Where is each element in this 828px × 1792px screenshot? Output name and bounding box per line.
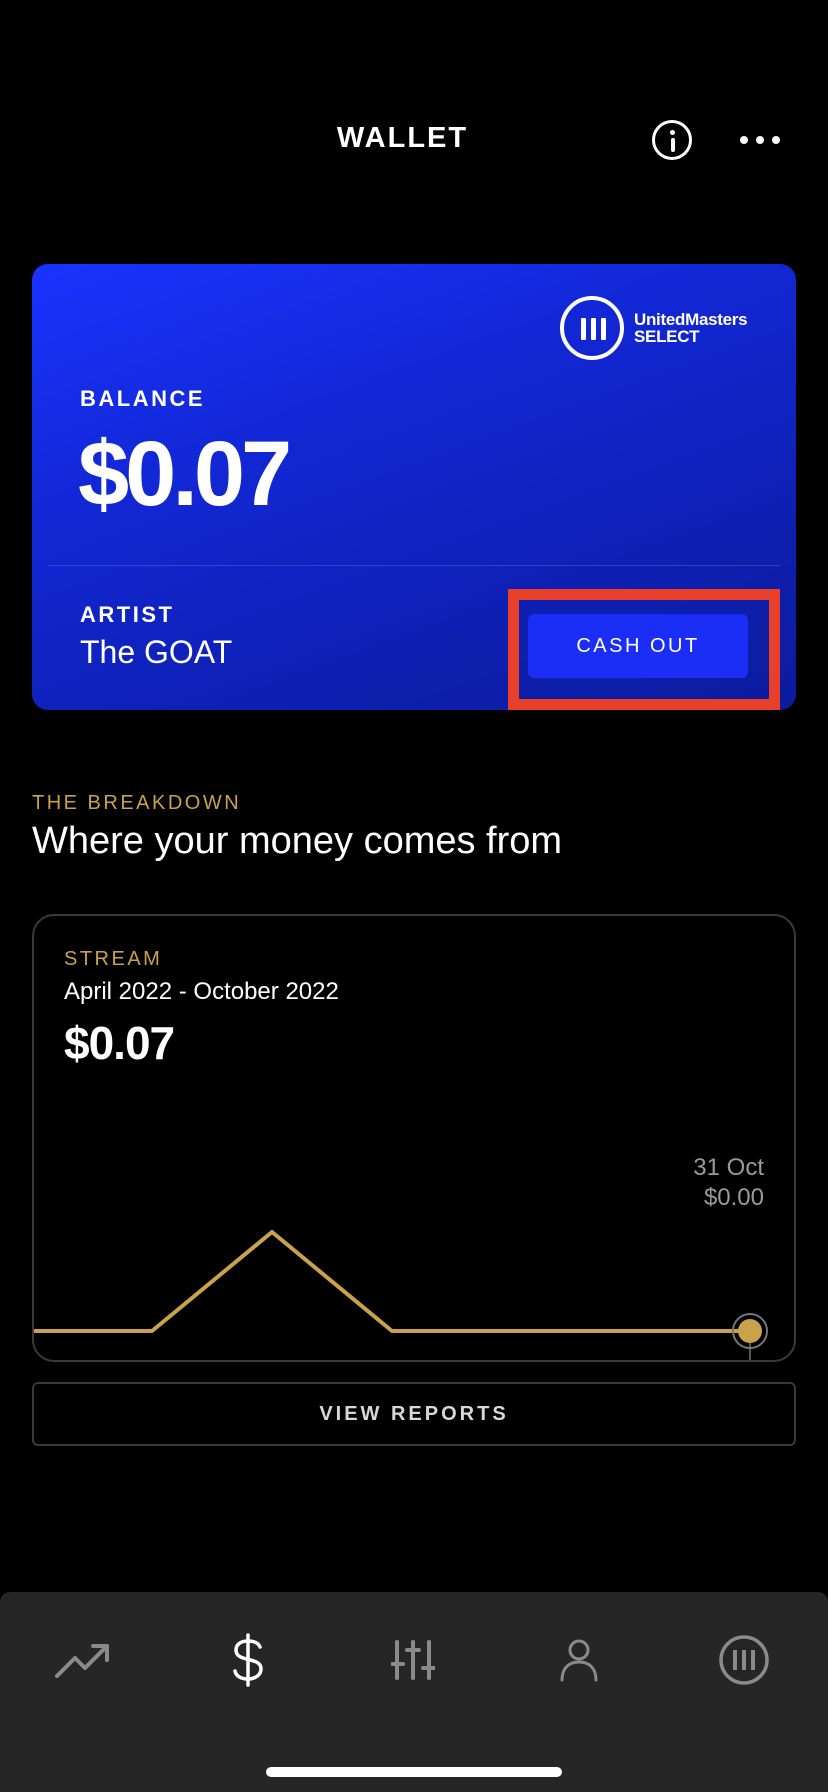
chart-cursor-dot[interactable] — [738, 1319, 762, 1343]
sliders-icon — [391, 1640, 435, 1680]
tab-profile[interactable] — [539, 1630, 619, 1690]
unitedmasters-logo-icon — [560, 296, 624, 360]
user-icon — [560, 1639, 598, 1682]
balance-label: BALANCE — [80, 386, 206, 411]
tab-bar — [0, 1592, 828, 1792]
artist-label: ARTIST — [80, 602, 175, 627]
stream-card[interactable]: STREAM April 2022 - October 2022 $0.07 3… — [32, 914, 796, 1362]
unitedmasters-logo-icon — [719, 1635, 769, 1685]
tab-wallet[interactable] — [208, 1630, 288, 1690]
artist-name: The GOAT — [80, 634, 233, 670]
card-divider — [48, 565, 780, 566]
balance-card: UnitedMasters SELECT BALANCE $0.07 ARTIS… — [32, 264, 796, 710]
view-reports-button[interactable]: VIEW REPORTS — [32, 1382, 796, 1446]
balance-value: $0.07 — [78, 423, 292, 525]
tab-tools[interactable] — [373, 1630, 453, 1690]
dollar-icon — [233, 1633, 263, 1687]
stream-line — [34, 1230, 750, 1333]
info-icon[interactable] — [652, 120, 692, 160]
header: WALLET — [0, 100, 828, 180]
more-icon[interactable] — [740, 124, 780, 156]
unitedmasters-select-logo: UnitedMasters SELECT — [560, 296, 748, 360]
breakdown-kicker: THE BREAKDOWN — [32, 792, 242, 814]
cash-out-button[interactable]: CASH OUT — [528, 614, 748, 678]
trending-up-icon — [55, 1644, 109, 1678]
stream-chart[interactable] — [34, 916, 796, 1362]
logo-line-2: SELECT — [634, 327, 700, 346]
breakdown-title: Where your money comes from — [32, 820, 563, 862]
tab-trends[interactable] — [43, 1630, 123, 1690]
logo-text: UnitedMasters SELECT — [634, 310, 748, 346]
tab-unitedmasters[interactable] — [704, 1630, 784, 1690]
logo-line-1: UnitedMasters — [634, 310, 748, 329]
home-indicator — [266, 1767, 562, 1777]
